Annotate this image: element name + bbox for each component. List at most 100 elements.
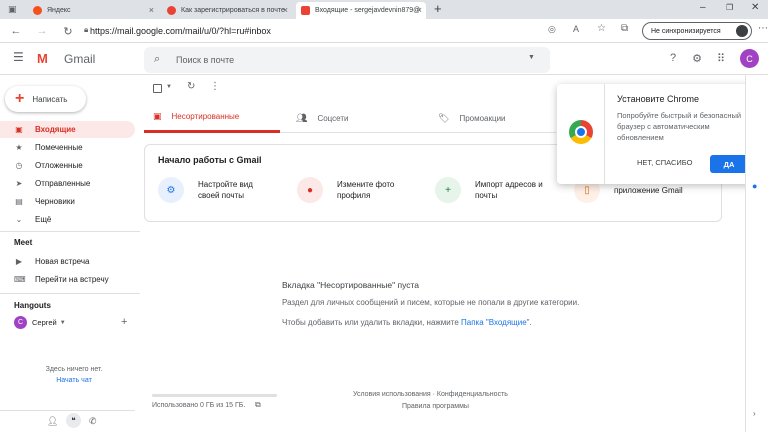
more-options-icon[interactable]: ⋮ <box>210 81 220 92</box>
step-import-contacts[interactable]: + Импорт адресов и почты <box>435 177 545 203</box>
compose-label: Написать <box>32 94 68 104</box>
empty-hint: Чтобы добавить или удалить вкладки, нажм… <box>282 318 532 327</box>
add-contact-icon[interactable]: + <box>121 316 127 328</box>
install-chrome-popup: Установите Chrome Попробуйте быстрый и б… <box>557 84 757 184</box>
chat-bubble-icon[interactable]: ❝ <box>66 413 81 428</box>
chevron-down-icon: ⌄ <box>15 215 23 224</box>
sidebar-item-drafts[interactable]: ▤ Черновики <box>0 193 135 210</box>
program-policies-link[interactable]: Правила программы <box>402 403 469 410</box>
gmail-logo-icon[interactable]: M <box>37 51 48 66</box>
step-text: приложение Gmail <box>614 185 683 195</box>
tag-icon: 🏷︎ <box>438 112 450 123</box>
hangouts-empty-text: Здесь ничего нет. <box>45 366 103 373</box>
popup-logo-area <box>557 84 605 184</box>
draft-icon: ▤ <box>15 197 23 206</box>
tab-label: Соцсети <box>317 113 349 123</box>
favorite-star-icon[interactable]: ☆ <box>597 23 606 34</box>
people-icon: 👥︎ <box>296 112 308 123</box>
search-options-icon[interactable]: ▼ <box>528 54 535 61</box>
sidebar-item-label: Черновики <box>35 197 75 206</box>
select-all-checkbox[interactable] <box>153 84 162 93</box>
sidebar-item-join-meeting[interactable]: ⌨ Перейти на встречу <box>0 271 135 288</box>
step-text: Измените фото профиля <box>337 180 395 200</box>
search-icon[interactable]: ⌕ <box>154 53 160 66</box>
sidebar-item-snoozed[interactable]: ◷ Отложенные <box>0 157 135 174</box>
sync-status-button[interactable]: Не синхронизируется <box>642 22 752 40</box>
tab-gmail-inbox[interactable]: Входящие - sergejavdevnin879@ × <box>296 2 426 19</box>
popup-title: Установите Chrome <box>617 94 699 104</box>
sidebar-item-more[interactable]: ⌄ Ещё <box>0 211 135 228</box>
sidebar-item-label: Ещё <box>35 215 52 224</box>
add-people-icon: + <box>435 177 461 203</box>
side-panel-strip: ● › <box>745 75 768 432</box>
forward-arrow-icon[interactable]: → <box>34 23 50 39</box>
sidebar-item-sent[interactable]: ➤ Отправленные <box>0 175 135 192</box>
empty-hint-prefix: Чтобы добавить или удалить вкладки, нажм… <box>282 318 459 327</box>
yes-button[interactable]: ДА <box>710 155 748 173</box>
gmail-favicon-icon <box>301 6 310 15</box>
close-icon[interactable]: × <box>149 5 154 15</box>
hangouts-user[interactable]: С Сергей ▼ <box>14 316 66 329</box>
person-icon[interactable]: 👤︎ <box>47 416 58 427</box>
collections-icon[interactable]: ⧉ <box>621 23 628 34</box>
meet-heading: Meet <box>14 238 33 247</box>
close-window-icon[interactable]: ✕ <box>751 2 759 13</box>
no-thanks-button[interactable]: НЕТ, СПАСИБО <box>637 158 692 167</box>
read-aloud-icon[interactable]: A <box>573 24 579 34</box>
inbox-settings-link[interactable]: Папка "Входящие" <box>461 318 530 327</box>
more-menu-icon[interactable]: ⋯ <box>758 23 768 34</box>
start-chat-link[interactable]: Начать чат <box>0 377 148 384</box>
bookmark-favicon-icon <box>167 6 176 15</box>
getting-started-title: Начало работы с Gmail <box>158 155 262 165</box>
gmail-logo-text: Gmail <box>64 52 96 66</box>
chevron-down-icon[interactable]: ▼ <box>166 84 172 90</box>
close-icon[interactable]: × <box>417 5 422 15</box>
tab-label: Несортированные <box>171 112 240 121</box>
inbox-icon: ▣ <box>153 111 162 121</box>
divider <box>0 231 140 232</box>
new-tab-button[interactable]: + <box>434 1 442 16</box>
avatar[interactable]: С <box>740 49 759 68</box>
expand-panel-icon[interactable]: › <box>753 409 756 418</box>
help-icon[interactable]: ? <box>666 51 680 65</box>
tab-primary[interactable]: ▣ Несортированные <box>144 103 280 133</box>
hangouts-user-name: Сергей <box>32 318 57 327</box>
back-arrow-icon[interactable]: ← <box>8 23 24 39</box>
restore-icon[interactable]: ❐ <box>726 3 733 12</box>
step-text: Настройте вид своей почты <box>198 180 253 200</box>
step-change-photo[interactable]: ● Измените фото профиля <box>297 177 407 203</box>
lock-icon: 🔒︎ <box>84 25 89 34</box>
eye-off-icon[interactable]: ◎ <box>548 24 556 35</box>
window-menu-icon[interactable]: ▣ <box>8 4 17 15</box>
reload-icon[interactable]: ↻ <box>60 23 76 39</box>
tab-register-guide[interactable]: Как зарегистрироваться в почте × <box>162 2 292 19</box>
terms-links[interactable]: Условия использования · Конфиденциальнос… <box>353 391 508 398</box>
tasks-icon[interactable]: ● <box>752 181 757 191</box>
apps-grid-icon[interactable]: ⠿ <box>714 51 728 65</box>
tab-yandex[interactable]: Яндекс × <box>28 2 158 19</box>
sidebar-item-inbox[interactable]: ▣ Входящие <box>0 121 135 138</box>
close-icon[interactable]: × <box>283 5 288 15</box>
minimize-icon[interactable]: – <box>700 2 706 13</box>
step-customize-inbox[interactable]: ⚙ Настройте вид своей почты <box>158 177 268 203</box>
sidebar-item-label: Отправленные <box>35 179 91 188</box>
empty-title: Вкладка "Несортированные" пуста <box>282 280 420 290</box>
tab-label: Промоакции <box>459 113 506 123</box>
sidebar-item-new-meeting[interactable]: ▶ Новая встреча <box>0 253 135 270</box>
tab-social[interactable]: 👥︎ Соцсети <box>296 103 426 133</box>
main-menu-icon[interactable]: ☰ <box>13 50 24 64</box>
sidebar-item-starred[interactable]: ★ Помеченные <box>0 139 135 156</box>
star-icon: ★ <box>15 143 23 152</box>
plus-icon: + <box>15 90 25 107</box>
refresh-icon[interactable]: ↻ <box>187 81 195 92</box>
step-text: Импорт адресов и почты <box>475 180 543 200</box>
phone-icon[interactable]: ✆ <box>89 416 97 427</box>
compose-button[interactable]: + Написать <box>5 86 86 112</box>
gear-icon[interactable]: ⚙ <box>690 51 704 65</box>
search-input[interactable]: ⌕ Поиск в почте ▼ <box>144 47 550 73</box>
inbox-icon: ▣ <box>15 125 23 134</box>
tab-label: Яндекс <box>47 7 71 14</box>
external-link-icon[interactable]: ⧉ <box>255 400 261 410</box>
tab-promotions[interactable]: 🏷︎ Промоакции <box>438 103 556 133</box>
storage-usage: Использовано 0 ГБ из 15 ГБ. <box>152 402 246 409</box>
